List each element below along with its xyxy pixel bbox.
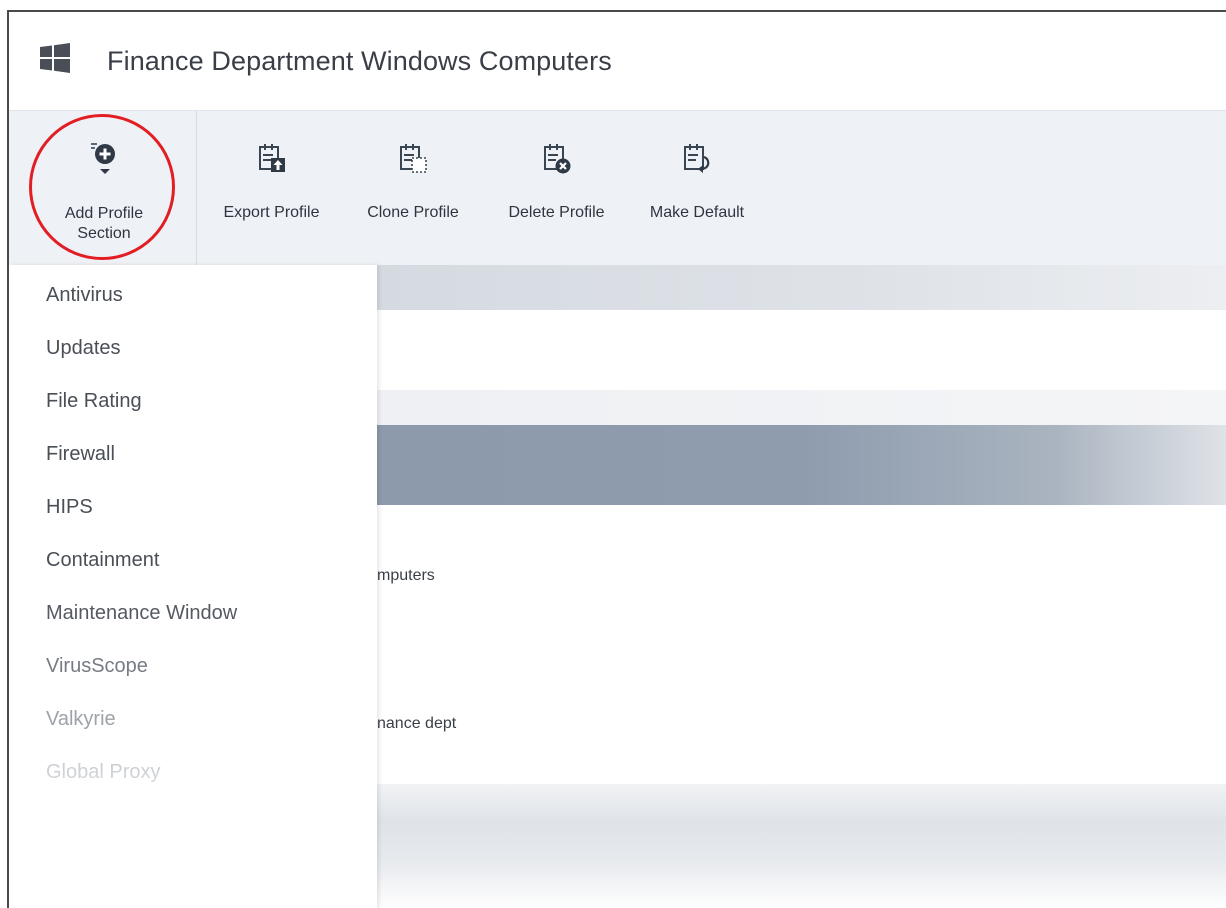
menu-item-antivirus[interactable]: Antivirus xyxy=(46,284,123,307)
menu-item-hips[interactable]: HIPS xyxy=(46,496,93,519)
menu-item-virusscope[interactable]: VirusScope xyxy=(46,655,148,678)
make-default-icon xyxy=(684,144,710,173)
windows-logo-icon xyxy=(40,43,70,73)
background-footer xyxy=(377,784,1226,908)
title-bar: Finance Department Windows Computers xyxy=(9,12,1226,110)
delete-profile-label: Delete Profile xyxy=(508,204,605,221)
menu-item-valkyrie[interactable]: Valkyrie xyxy=(46,708,116,731)
delete-profile-button[interactable]: Delete Profile xyxy=(494,111,619,266)
clone-profile-button[interactable]: Clone Profile xyxy=(353,111,473,266)
delete-icon xyxy=(543,144,570,174)
section-bar-light xyxy=(377,390,1226,425)
toolbar: Add Profile Section Export Profile Clone… xyxy=(9,110,1226,266)
add-section-menu: Antivirus Updates File Rating Firewall H… xyxy=(9,265,377,908)
app-window: Finance Department Windows Computers Add… xyxy=(7,10,1226,908)
menu-item-maintenance-window[interactable]: Maintenance Window xyxy=(46,602,237,625)
section-header xyxy=(377,425,1226,505)
make-default-button[interactable]: Make Default xyxy=(637,111,757,266)
clone-icon xyxy=(400,144,427,173)
page-title: Finance Department Windows Computers xyxy=(107,46,612,76)
menu-item-global-proxy[interactable]: Global Proxy xyxy=(46,761,161,784)
make-default-label: Make Default xyxy=(649,204,745,221)
export-profile-button[interactable]: Export Profile xyxy=(209,111,334,266)
menu-item-firewall[interactable]: Firewall xyxy=(46,443,115,466)
clone-profile-label: Clone Profile xyxy=(367,204,459,221)
highlight-circle xyxy=(29,114,175,260)
export-profile-label: Export Profile xyxy=(223,204,320,221)
section-bar xyxy=(377,265,1226,310)
menu-item-file-rating[interactable]: File Rating xyxy=(46,390,142,413)
menu-item-updates[interactable]: Updates xyxy=(46,337,121,360)
menu-item-containment[interactable]: Containment xyxy=(46,549,159,572)
background-text: mputers xyxy=(377,567,435,584)
export-icon xyxy=(258,144,285,172)
background-text: nance dept xyxy=(377,715,457,732)
toolbar-separator xyxy=(196,111,197,266)
